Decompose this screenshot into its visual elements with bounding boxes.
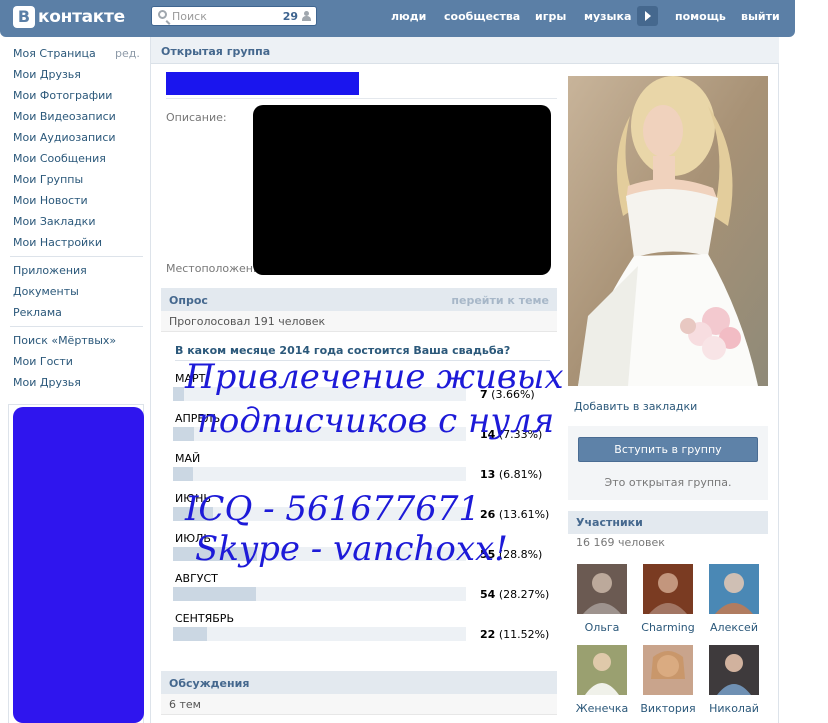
overlay-line-4: Skype - vanchoxx! — [195, 529, 508, 569]
discussions-count-bar: 6 тем — [161, 694, 557, 715]
discussions-title: Обсуждения — [169, 677, 250, 690]
sidebar-item-friends[interactable]: Мои Друзья — [13, 68, 81, 81]
members-title: Участники — [576, 516, 643, 529]
avatar — [643, 645, 693, 695]
overlay-line-3: ICQ - 561677671 — [185, 489, 481, 529]
top-bar: В контакте Поиск 29 люди сообщества игры… — [0, 0, 795, 37]
sidebar-item-documents[interactable]: Документы — [13, 285, 79, 298]
poll-option-track — [173, 587, 466, 601]
poll-option-value: 13 (6.81%) — [480, 468, 543, 481]
search-box[interactable]: Поиск 29 — [151, 6, 317, 26]
play-icon[interactable] — [637, 6, 658, 26]
sidebar-item-bookmarks[interactable]: Мои Закладки — [13, 215, 95, 228]
discussions-header[interactable]: Обсуждения — [161, 671, 557, 694]
sidebar-item-ads[interactable]: Реклама — [13, 306, 62, 319]
poll-option-track — [173, 627, 466, 641]
group-name-redacted — [166, 72, 359, 95]
poll-option-label: МАЙ — [175, 452, 201, 465]
member-name: Женечка — [575, 702, 629, 715]
poll-option-value: 54 (28.27%) — [480, 588, 550, 601]
info-divider — [166, 98, 557, 99]
poll-question: В каком месяце 2014 года состоится Ваша … — [175, 344, 511, 357]
search-icon — [158, 10, 167, 19]
members-count: 16 169 человек — [576, 536, 665, 549]
avatar — [709, 564, 759, 614]
join-group-button[interactable]: Вступить в группу — [578, 437, 758, 462]
member-name: Charming — [641, 621, 695, 634]
member-card[interactable]: Алексей — [704, 564, 764, 634]
sidebar-item-messages[interactable]: Мои Сообщения — [13, 152, 106, 165]
page-title-bar: Открытая группа — [151, 37, 779, 64]
sidebar-item-dead-search[interactable]: Поиск «Мёртвых» — [13, 334, 116, 347]
sidebar-item-settings[interactable]: Мои Настройки — [13, 236, 102, 249]
sidebar-item-apps[interactable]: Приложения — [13, 264, 87, 277]
poll-option-label: АВГУСТ — [175, 572, 218, 585]
search-placeholder: Поиск — [172, 10, 207, 23]
nav-people[interactable]: люди — [391, 10, 426, 23]
poll-goto-link[interactable]: перейти к теме — [451, 294, 549, 307]
open-group-note: Это открытая группа. — [604, 476, 732, 489]
add-bookmark-link[interactable]: Добавить в закладки — [574, 400, 697, 413]
vk-logo[interactable]: В контакте — [13, 6, 125, 28]
overlay-line-1: Привлечение живых — [185, 357, 564, 397]
poll-header: Опрос перейти к теме — [161, 288, 557, 311]
sidebar-item-audio[interactable]: Мои Аудиозаписи — [13, 131, 116, 144]
sidebar-item-news[interactable]: Мои Новости — [13, 194, 88, 207]
member-name: Виктория — [640, 702, 696, 715]
group-photo[interactable] — [568, 76, 768, 386]
avatar — [643, 564, 693, 614]
discussions-count: 6 тем — [169, 698, 201, 711]
vk-logo-icon: В — [13, 6, 35, 28]
poll-option-label: СЕНТЯБРЬ — [175, 612, 234, 625]
poll-option-value: 22 (11.52%) — [480, 628, 550, 641]
sidebar-item-guests[interactable]: Мои Гости — [13, 355, 73, 368]
nav-help[interactable]: помощь — [675, 10, 726, 23]
nav-games[interactable]: игры — [535, 10, 566, 23]
poll-option-value: 26 (13.61%) — [480, 508, 550, 521]
members-header[interactable]: Участники — [568, 511, 768, 534]
search-count: 29 — [282, 10, 298, 23]
sidebar-item-videos[interactable]: Мои Видеозаписи — [13, 110, 116, 123]
member-name: Николай — [709, 702, 759, 715]
poll-option-bar — [173, 427, 194, 441]
poll-option-bar — [173, 587, 256, 601]
poll-voted-count: Проголосовал 191 человек — [169, 315, 326, 328]
nav-music[interactable]: музыка — [584, 10, 631, 23]
member-card[interactable]: Charming — [638, 564, 698, 634]
member-card[interactable]: Виктория — [638, 645, 698, 715]
sidebar-divider — [10, 326, 143, 327]
sidebar-edit-link[interactable]: ред. — [115, 47, 140, 60]
sidebar-divider — [10, 256, 143, 257]
sidebar-item-my-page[interactable]: Моя Страница — [13, 47, 96, 60]
avatar — [709, 645, 759, 695]
page-title: Открытая группа — [161, 45, 271, 58]
nav-logout[interactable]: выйти — [741, 10, 780, 23]
overlay-line-2: подписчиков с нуля — [197, 401, 555, 441]
vk-logo-text: контакте — [38, 7, 125, 27]
avatar — [577, 645, 627, 695]
member-name: Ольга — [584, 621, 620, 634]
member-card[interactable]: Ольга — [572, 564, 632, 634]
poll-option-bar — [173, 467, 193, 481]
poll-voted-bar: Проголосовал 191 человек — [161, 311, 557, 332]
description-redacted — [253, 105, 551, 275]
avatar — [577, 564, 627, 614]
bride-photo-image — [568, 76, 768, 386]
member-card[interactable]: Николай — [704, 645, 764, 715]
member-name: Алексей — [710, 621, 758, 634]
poll-option-track — [173, 467, 466, 481]
poll-option-bar — [173, 387, 184, 401]
sidebar-item-photos[interactable]: Мои Фотографии — [13, 89, 112, 102]
poll-title: Опрос — [169, 294, 208, 307]
nav-communities[interactable]: сообщества — [444, 10, 520, 23]
person-icon — [302, 11, 311, 21]
poll-option-bar — [173, 627, 207, 641]
sidebar-item-groups[interactable]: Мои Группы — [13, 173, 83, 186]
description-label: Описание: — [166, 111, 227, 124]
member-card[interactable]: Женечка — [572, 645, 632, 715]
